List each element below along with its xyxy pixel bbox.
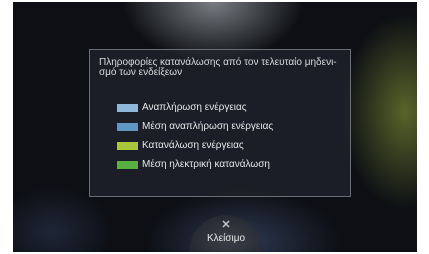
panel-title: Πληροφορίες κατανάλωσης από τον τελευταί… [99,57,337,78]
close-label: Κλείσιμο [206,233,246,244]
legend-item-energy-recovery: Αναπλήρωση ενέργειας [117,103,273,113]
legend-label: Μέση αναπλήρωση ενέργειας [142,121,274,132]
consumption-info-panel: Πληροφορίες κατανάλωσης από τον τελευταί… [89,49,351,197]
legend-swatch [117,142,138,150]
legend-item-average-energy-recovery: Μέση αναπλήρωση ενέργειας [117,122,273,132]
legend-item-energy-consumption: Κατανάλωση ενέργειας [117,141,273,151]
legend-swatch [117,161,138,169]
close-button[interactable]: Κλείσιμο [189,215,263,252]
legend-label: Αναπλήρωση ενέργειας [142,102,247,113]
close-icon [222,220,230,228]
legend: Αναπλήρωση ενέργειας Μέση αναπλήρωση ενέ… [117,103,273,179]
legend-item-average-electric-consumption: Μέση ηλεκτρική κατανάλωση [117,160,273,170]
legend-swatch [117,123,138,131]
display-screen: Πληροφορίες κατανάλωσης από τον τελευταί… [13,2,417,252]
legend-label: Κατανάλωση ενέργειας [142,140,244,151]
legend-label: Μέση ηλεκτρική κατανάλωση [142,159,270,170]
legend-swatch [117,104,138,112]
